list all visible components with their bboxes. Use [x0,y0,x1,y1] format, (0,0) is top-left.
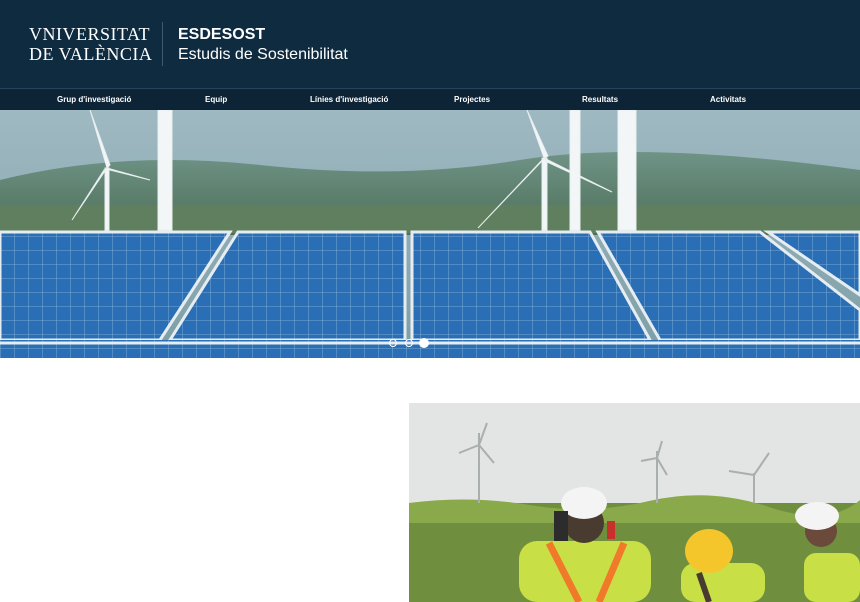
carousel-dot-1[interactable] [389,339,397,347]
nav-item-grup[interactable]: Grup d'investigació [57,89,131,111]
hero-image [0,110,860,358]
site-header: VNIVERSITAT DE VALÈNCIA ESDESOST Estudis… [0,0,860,88]
nav-item-resultats[interactable]: Resultats [582,89,618,111]
site-subtitle: Estudis de Sostenibilitat [178,46,348,63]
nav-item-equip[interactable]: Equip [205,89,227,111]
nav-item-activitats[interactable]: Activitats [710,89,746,111]
main-nav: Grup d'investigació Equip Línies d'inves… [0,88,860,111]
nav-item-linies[interactable]: Línies d'investigació [310,89,388,111]
site-title[interactable]: ESDESOST [178,26,265,44]
logo-line-1: VNIVERSITAT [29,24,151,44]
hero-carousel [0,110,860,358]
nav-item-projectes[interactable]: Projectes [454,89,490,111]
carousel-dot-2[interactable] [405,339,413,347]
logo-line-2: DE VALÈNCIA [29,44,153,64]
university-logo[interactable]: VNIVERSITAT DE VALÈNCIA [29,24,152,66]
workers-photo [409,403,860,602]
workers-image [409,403,860,602]
carousel-dot-3-active[interactable] [419,338,429,348]
header-divider [162,22,163,66]
